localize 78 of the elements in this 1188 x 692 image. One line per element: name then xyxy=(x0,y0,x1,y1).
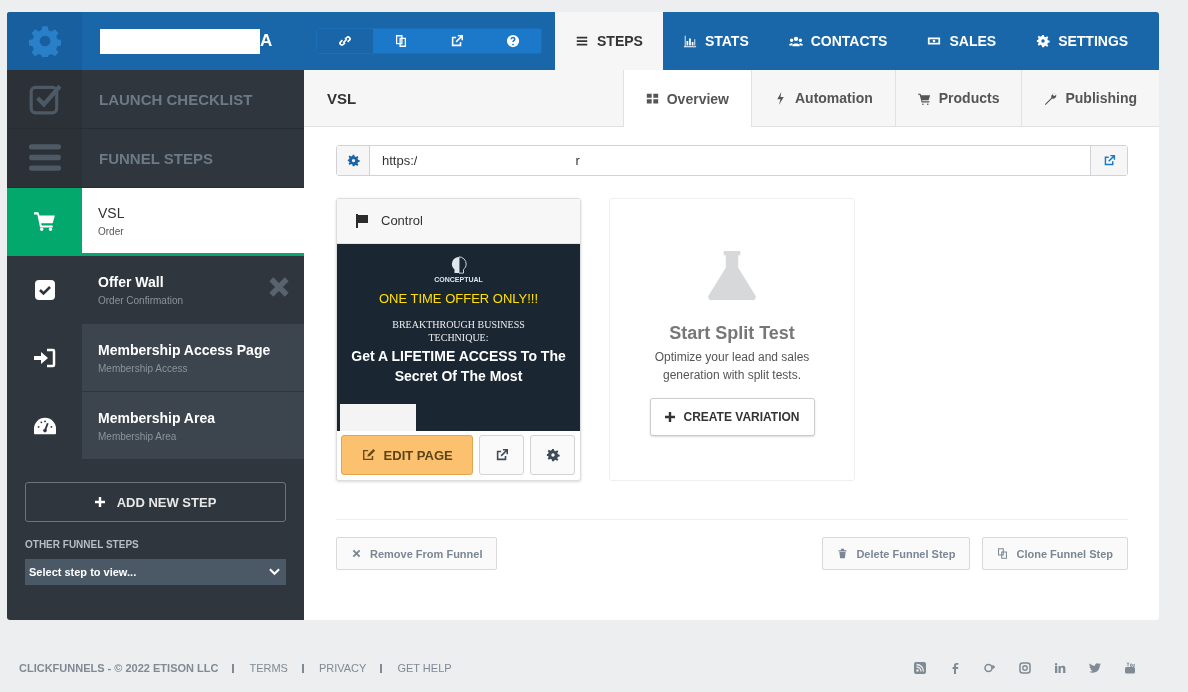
rss-icon[interactable] xyxy=(914,662,926,674)
split-test-description: Optimize your lead and sales generation with split tests. xyxy=(653,349,811,384)
step-type: Order xyxy=(98,225,125,237)
step-name: VSL xyxy=(98,204,125,221)
cart-icon xyxy=(33,210,56,231)
link-button[interactable] xyxy=(317,29,373,53)
external-link-icon[interactable] xyxy=(1102,154,1116,167)
wrench-icon xyxy=(1044,91,1058,105)
step-select[interactable]: Select step to view... xyxy=(25,559,286,585)
flag-icon xyxy=(355,213,369,228)
step-tab[interactable]: Automation xyxy=(751,70,895,126)
step-tab[interactable]: Overview xyxy=(622,70,751,127)
copyright: CLICKFUNNELS - © 2022 ETISON LLC xyxy=(19,663,235,673)
url-field[interactable]: https:/ r xyxy=(336,145,1128,176)
preview-headline: Secret Of The Most xyxy=(394,367,523,384)
step-title: VSL xyxy=(327,89,357,107)
preview-offer: ONE TIME OFFER ONLY!!! xyxy=(378,290,539,306)
external-link-icon xyxy=(494,448,509,462)
nav-tab[interactable]: SETTINGS xyxy=(1016,12,1149,70)
settings-button[interactable] xyxy=(530,435,575,475)
trash-icon xyxy=(837,548,849,559)
edit-icon xyxy=(361,448,376,462)
brain-logo-icon xyxy=(449,255,468,274)
funnel-step[interactable]: Membership Access Page Membership Access xyxy=(7,324,304,392)
copy-icon xyxy=(997,548,1009,559)
step-tab[interactable]: Products xyxy=(894,70,1022,126)
step-type: Order Confirmation xyxy=(98,294,184,306)
step-type: Membership Access xyxy=(98,362,189,374)
list-icon xyxy=(575,34,589,48)
open-page-button[interactable] xyxy=(479,435,525,475)
other-steps-label: OTHER FUNNEL STEPS xyxy=(25,539,140,550)
linkedin-icon[interactable] xyxy=(1054,662,1066,674)
settings-icon[interactable] xyxy=(346,154,360,167)
step-tab[interactable]: Publishing xyxy=(1021,70,1159,126)
split-test-title: Start Split Test xyxy=(669,323,795,344)
chevron-down-icon xyxy=(269,568,280,576)
nav-tab[interactable]: STATS xyxy=(662,12,769,70)
grid-icon xyxy=(645,92,659,105)
preview-kicker: BREAKTHROUGH BUSINESS TECHNIQUE: xyxy=(391,317,526,344)
step-name: Offer Wall xyxy=(98,273,165,290)
checkbox-icon xyxy=(33,279,56,300)
people-icon xyxy=(788,34,803,48)
nav-tab[interactable]: SALES xyxy=(907,12,1017,70)
link-icon xyxy=(338,34,352,48)
nav-tab[interactable]: STEPS xyxy=(555,12,663,70)
twitter-icon[interactable] xyxy=(1089,662,1101,674)
step-name: Membership Area xyxy=(98,409,215,426)
checklist-icon xyxy=(27,82,62,116)
settings-icon xyxy=(1036,34,1051,48)
copy-icon xyxy=(394,34,408,48)
delete-button[interactable]: Delete Funnel Step xyxy=(822,537,971,570)
funnel-name: A xyxy=(260,31,273,51)
step-name: Membership Access Page xyxy=(98,341,271,358)
instagram-icon[interactable] xyxy=(1019,662,1031,674)
edit-page-button[interactable]: EDIT PAGE xyxy=(341,435,474,475)
funnel-step[interactable]: VSL Order xyxy=(7,188,304,256)
preview-headline: Get A LIFETIME ACCESS To The xyxy=(351,347,566,364)
variant-label: Control xyxy=(381,213,423,229)
gauge-icon xyxy=(33,415,56,436)
clone-button[interactable]: Clone Funnel Step xyxy=(982,537,1128,570)
close-icon xyxy=(351,548,362,559)
external-link-icon xyxy=(450,34,464,48)
cart-icon xyxy=(917,91,931,105)
help-icon xyxy=(506,34,520,48)
flask-icon xyxy=(706,249,758,301)
funnel-step[interactable]: Membership Area Membership Area xyxy=(7,392,304,460)
bar-chart-icon xyxy=(682,34,697,48)
sign-in-icon xyxy=(33,347,56,368)
gear-icon[interactable] xyxy=(28,25,61,57)
plus-icon xyxy=(94,497,105,507)
close-icon[interactable] xyxy=(268,276,290,298)
settings-icon xyxy=(545,448,560,462)
add-step-button[interactable]: ADD NEW STEP xyxy=(25,482,286,522)
remove-button[interactable]: Remove From Funnel xyxy=(336,537,498,570)
plus-icon xyxy=(664,412,675,422)
create-variation-button[interactable]: CREATE VARIATION xyxy=(649,398,815,436)
step-type: Membership Area xyxy=(98,430,178,442)
nav-tab[interactable]: CONTACTS xyxy=(768,12,908,70)
